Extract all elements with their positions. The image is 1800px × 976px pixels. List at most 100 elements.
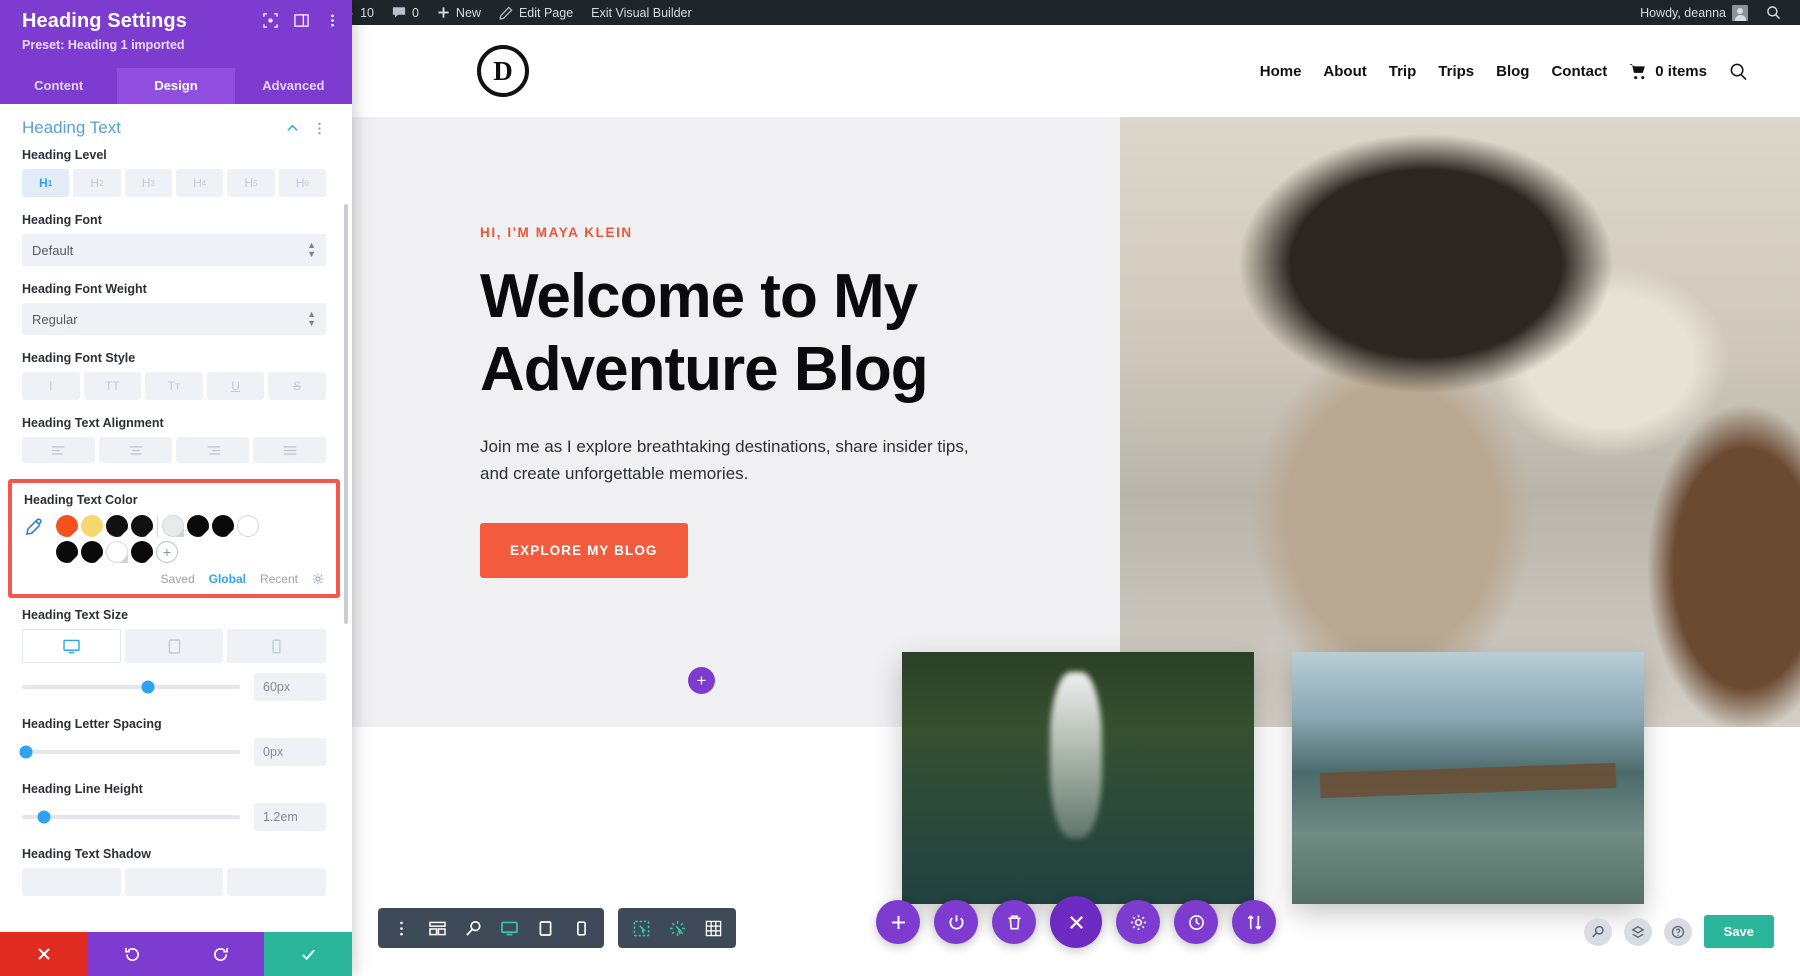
heading-level-h4[interactable]: H4 [175, 169, 224, 197]
heading-level-h3[interactable]: H3 [124, 169, 172, 197]
phone-icon[interactable] [564, 911, 598, 945]
align-center-icon[interactable] [99, 437, 172, 463]
swatch-black-4[interactable] [212, 515, 234, 537]
swatch-yellow[interactable] [81, 515, 103, 537]
swatch-orange[interactable] [56, 515, 78, 537]
heading-font-weight-select[interactable]: Regular ▲ ▼ [22, 303, 326, 335]
heading-text-size-slider[interactable] [22, 680, 240, 694]
swatch-light-gray[interactable] [162, 515, 184, 537]
tab-design[interactable]: Design [117, 68, 235, 104]
nav-home[interactable]: Home [1260, 63, 1302, 80]
heading-letter-spacing-slider[interactable] [19, 745, 240, 759]
trash-button[interactable] [992, 900, 1036, 944]
panel-preset[interactable]: Preset: Heading 1 imported [22, 38, 336, 52]
tab-content[interactable]: Content [0, 68, 117, 104]
cart-link[interactable]: 0 items [1629, 63, 1707, 80]
color-settings-gear-icon[interactable] [312, 573, 324, 585]
undo-button[interactable] [88, 932, 176, 976]
layout-toggle-icon[interactable] [294, 13, 309, 28]
align-right-icon[interactable] [176, 437, 249, 463]
new-item[interactable]: New [428, 0, 490, 25]
section-header-heading-text[interactable]: Heading Text [22, 104, 326, 148]
section-menu-icon[interactable] [313, 122, 326, 135]
swatch-white-1[interactable] [237, 515, 259, 537]
hero-heading[interactable]: Welcome to My Adventure Blog [480, 260, 1070, 406]
save-changes-button[interactable] [264, 932, 352, 976]
align-justify-icon[interactable] [253, 437, 326, 463]
heading-level-h2[interactable]: H2 [73, 169, 121, 197]
desktop-icon[interactable] [492, 911, 526, 945]
text-shadow-none[interactable] [22, 868, 121, 896]
save-button[interactable]: Save [1703, 915, 1774, 948]
add-color-button[interactable]: + [156, 541, 178, 563]
more-icon[interactable] [384, 911, 418, 945]
device-phone-icon[interactable] [227, 629, 327, 663]
nav-about[interactable]: About [1323, 63, 1366, 80]
font-style-underline[interactable]: U [206, 372, 265, 400]
swatch-white-2[interactable] [106, 541, 128, 563]
help-icon[interactable] [1663, 917, 1692, 946]
wireframe-icon[interactable] [420, 911, 454, 945]
grid-icon[interactable] [696, 911, 730, 945]
power-button[interactable] [934, 900, 978, 944]
heading-level-h5[interactable]: H5 [227, 169, 275, 197]
search-icon[interactable] [1729, 62, 1748, 81]
color-tab-saved[interactable]: Saved [161, 572, 195, 586]
explore-my-blog-button[interactable]: EXPLORE MY BLOG [480, 523, 688, 578]
howdy-item[interactable]: Howdy, deanna [1631, 0, 1757, 25]
nav-blog[interactable]: Blog [1496, 63, 1529, 80]
hover-icon[interactable] [624, 911, 658, 945]
heading-line-height-slider[interactable] [22, 810, 240, 824]
text-shadow-preset-2[interactable] [227, 868, 327, 896]
layers-icon[interactable] [1623, 917, 1652, 946]
swatch-black-6[interactable] [81, 541, 103, 563]
comments-item[interactable]: 0 [383, 0, 428, 25]
chevron-up-icon[interactable] [286, 122, 299, 135]
align-left-icon[interactable] [22, 437, 95, 463]
site-logo[interactable]: D [477, 45, 529, 97]
color-tab-recent[interactable]: Recent [260, 572, 298, 586]
redo-button[interactable] [176, 932, 264, 976]
sort-button[interactable] [1232, 900, 1276, 944]
image-card-waterfall[interactable] [902, 652, 1254, 904]
tab-advanced[interactable]: Advanced [235, 68, 352, 104]
click-icon[interactable] [660, 911, 694, 945]
add-section-button[interactable] [876, 900, 920, 944]
swatch-black-1[interactable] [106, 515, 128, 537]
zoom-icon[interactable] [456, 911, 490, 945]
close-builder-button[interactable] [1050, 896, 1102, 948]
font-style-uppercase[interactable]: TT [83, 372, 142, 400]
admin-search-icon[interactable] [1757, 0, 1790, 25]
tablet-icon[interactable] [528, 911, 562, 945]
panel-scrollbar[interactable] [344, 204, 348, 624]
gear-button[interactable] [1116, 900, 1160, 944]
heading-level-h1[interactable]: H1 [22, 169, 70, 197]
heading-level-h6[interactable]: H6 [278, 169, 326, 197]
device-desktop-icon[interactable] [22, 629, 121, 663]
history-button[interactable] [1174, 900, 1218, 944]
panel-menu-icon[interactable] [325, 13, 340, 28]
heading-font-select[interactable]: Default ▲ ▼ [22, 234, 326, 266]
heading-text-size-value[interactable]: 60px [254, 673, 326, 701]
device-tablet-icon[interactable] [124, 629, 224, 663]
heading-letter-spacing-value[interactable]: 0px [254, 738, 326, 766]
nav-trips[interactable]: Trips [1438, 63, 1474, 80]
font-style-strikethrough[interactable]: S [268, 372, 326, 400]
swatch-black-2[interactable] [131, 515, 153, 537]
eyedropper-icon[interactable] [24, 515, 46, 537]
heading-line-height-value[interactable]: 1.2em [254, 803, 326, 831]
search-icon[interactable] [1583, 917, 1612, 946]
image-card-lake-dock[interactable] [1292, 652, 1644, 904]
swatch-black-7[interactable] [131, 541, 153, 563]
swatch-black-3[interactable] [187, 515, 209, 537]
focus-icon[interactable] [263, 13, 278, 28]
edit-page-item[interactable]: Edit Page [490, 0, 582, 25]
nav-trip[interactable]: Trip [1389, 63, 1417, 80]
nav-contact[interactable]: Contact [1551, 63, 1607, 80]
slider-knob[interactable] [141, 680, 155, 694]
text-shadow-preset-1[interactable] [124, 868, 224, 896]
exit-visual-builder-item[interactable]: Exit Visual Builder [582, 0, 701, 25]
font-style-smallcaps[interactable]: Tт [145, 372, 203, 400]
slider-knob[interactable] [19, 745, 33, 759]
slider-knob[interactable] [37, 810, 51, 824]
